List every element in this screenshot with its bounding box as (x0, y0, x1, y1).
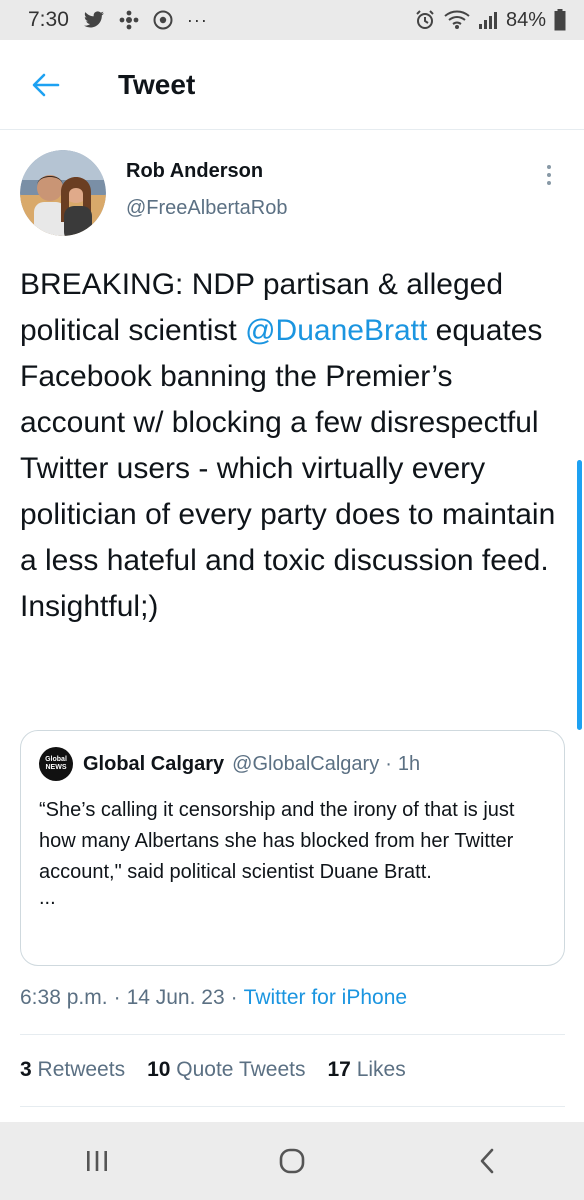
tweet-date: 14 Jun. 23 (126, 986, 225, 1009)
more-options-button[interactable] (534, 160, 564, 190)
quote-tweets-count: 10 (147, 1058, 171, 1081)
retweets-label: Retweets (37, 1058, 126, 1081)
alarm-icon (414, 9, 436, 31)
cbc-icon (119, 10, 139, 30)
retweets-stat[interactable]: 3 Retweets (20, 1058, 125, 1082)
back-nav-button[interactable] (447, 1131, 527, 1191)
likes-label: Likes (356, 1058, 406, 1081)
author-info: Rob Anderson @FreeAlbertaRob (126, 160, 287, 240)
wifi-icon (444, 10, 470, 30)
global-news-logo: Global NEWS (39, 747, 73, 781)
scrollbar[interactable] (577, 460, 582, 730)
quoted-tweet-header: Global NEWS Global Calgary @GlobalCalgar… (39, 747, 546, 781)
status-time: 7:30 (28, 8, 69, 31)
tweet-text-after: equates Facebook banning the Premier’s a… (20, 314, 556, 623)
tweet-author: Rob Anderson @FreeAlbertaRob (20, 150, 570, 240)
likes-count: 17 (327, 1058, 351, 1081)
quoted-tweet-text: “She’s calling it censorship and the iro… (39, 799, 515, 883)
quoted-tweet[interactable]: Global NEWS Global Calgary @GlobalCalgar… (20, 730, 565, 966)
tweet-source-link[interactable]: Twitter for iPhone (244, 986, 407, 1009)
twitter-icon (83, 11, 105, 29)
divider (20, 1034, 565, 1035)
tweet-stats: 3 Retweets 10 Quote Tweets 17 Likes (20, 1058, 406, 1082)
meta-separator: · (113, 986, 121, 1009)
retweets-count: 3 (20, 1058, 32, 1081)
tweet-time: 6:38 p.m. (20, 986, 108, 1009)
logo-line2: NEWS (45, 764, 67, 771)
recent-apps-button[interactable] (57, 1131, 137, 1191)
quoted-ellipsis: ... (39, 887, 56, 909)
system-nav-bar (0, 1122, 584, 1200)
home-icon (279, 1148, 305, 1174)
back-button[interactable] (16, 55, 76, 115)
page-title: Tweet (118, 68, 196, 100)
more-vertical-icon (547, 165, 551, 169)
tweet-text: BREAKING: NDP partisan & alleged politic… (20, 262, 565, 630)
quote-tweets-stat[interactable]: 10 Quote Tweets (147, 1058, 305, 1082)
quote-tweets-label: Quote Tweets (176, 1058, 306, 1081)
status-more: ··· (186, 9, 208, 30)
likes-stat[interactable]: 17 Likes (327, 1058, 405, 1082)
avatar[interactable] (20, 150, 106, 236)
status-bar: 7:30 ··· 84% (0, 0, 584, 40)
back-arrow-icon (32, 73, 60, 96)
recent-apps-icon (87, 1151, 108, 1171)
battery-percent: 84% (505, 8, 546, 31)
chevron-left-icon (480, 1148, 493, 1174)
author-name[interactable]: Rob Anderson (126, 160, 287, 183)
author-handle[interactable]: @FreeAlbertaRob (126, 197, 287, 220)
divider (20, 1106, 565, 1107)
battery-icon (554, 9, 566, 31)
chrome-icon (153, 10, 173, 30)
meta-separator: · (230, 986, 238, 1009)
home-button[interactable] (252, 1131, 332, 1191)
quoted-time: 1h (397, 752, 421, 775)
signal-icon (478, 10, 498, 30)
quoted-author-handle: @GlobalCalgary (232, 752, 380, 775)
header: Tweet (0, 40, 584, 130)
tweet-meta: 6:38 p.m. · 14 Jun. 23 · Twitter for iPhone (20, 986, 407, 1010)
quoted-separator: · (385, 752, 392, 775)
mention-link[interactable]: @DuaneBratt (245, 314, 427, 347)
quoted-author-name: Global Calgary (83, 752, 225, 775)
logo-line1: Global (45, 756, 67, 763)
